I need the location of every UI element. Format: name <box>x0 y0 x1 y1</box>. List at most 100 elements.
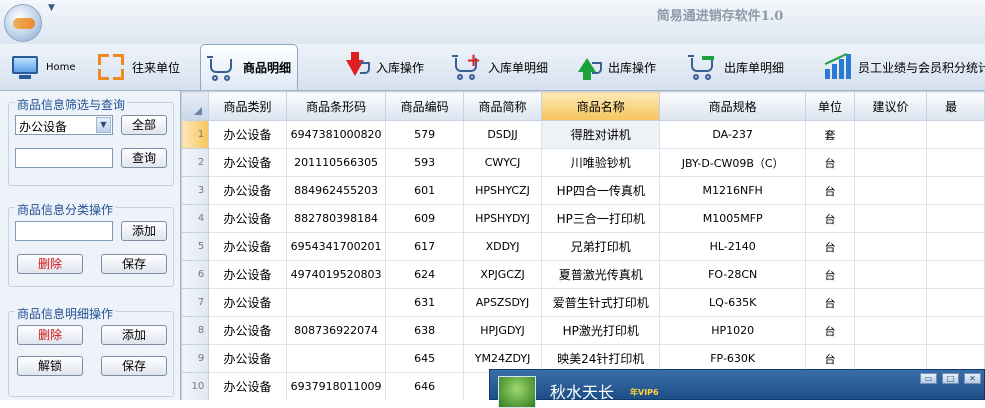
toolbar-product-detail[interactable]: 商品明细 <box>200 44 299 90</box>
table-cell[interactable]: 办公设备 <box>208 316 287 345</box>
table-row[interactable]: 8 办公设备 808736922074 638 HPJGDYJ HP激光打印机 HP1020… <box>181 316 985 345</box>
table-cell[interactable] <box>285 344 387 373</box>
row-number[interactable]: 9 <box>181 344 210 373</box>
table-cell[interactable]: DSDJJ <box>462 120 543 149</box>
table-cell[interactable]: 609 <box>385 204 464 233</box>
table-cell[interactable]: JBY-D-CW09B（C） <box>659 148 806 177</box>
save-detail-button[interactable]: 保存 <box>101 356 167 376</box>
table-row[interactable]: 7 办公设备 631 APSZSDYJ 爱普生针式打印机 LQ-635K 台 <box>181 288 985 317</box>
table-row[interactable]: 5 办公设备 6954341700201 617 XDDYJ 兄弟打印机 HL-2140 台 <box>181 232 985 261</box>
row-number[interactable]: 10 <box>181 372 210 400</box>
table-cell[interactable] <box>853 204 928 233</box>
save-category-button[interactable]: 保存 <box>101 254 167 274</box>
table-cell[interactable]: 套 <box>804 120 855 149</box>
restore-icon[interactable]: □ <box>942 373 959 384</box>
table-cell[interactable]: HPSHYCZJ <box>462 176 543 205</box>
table-cell[interactable]: 办公设备 <box>208 372 287 400</box>
table-cell[interactable]: 638 <box>385 316 464 345</box>
table-cell[interactable]: LQ-635K <box>659 288 806 317</box>
table-row[interactable]: 3 办公设备 884962455203 601 HPSHYCZJ HP四合一传真机 M121… <box>181 176 985 205</box>
select-all-corner[interactable] <box>181 91 210 121</box>
table-cell[interactable]: 631 <box>385 288 464 317</box>
toolbar-stock-out-detail[interactable]: 出库单明细 <box>688 44 784 90</box>
table-cell[interactable]: CWYCJ <box>462 148 543 177</box>
column-header[interactable]: 单位 <box>804 91 855 121</box>
table-cell[interactable]: HP三合一打印机 <box>541 204 661 233</box>
row-number[interactable]: 7 <box>181 288 210 317</box>
toolbar-stock-out[interactable]: 出库操作 <box>572 44 656 90</box>
table-cell[interactable]: 办公设备 <box>208 288 287 317</box>
table-cell[interactable]: HP1020 <box>659 316 806 345</box>
table-cell[interactable]: 601 <box>385 176 464 205</box>
table-cell[interactable] <box>853 316 928 345</box>
column-header[interactable]: 最 <box>926 91 985 121</box>
column-header[interactable]: 商品条形码 <box>285 91 387 121</box>
table-cell[interactable]: HL-2140 <box>659 232 806 261</box>
row-number[interactable]: 3 <box>181 176 210 205</box>
table-cell[interactable]: 884962455203 <box>285 176 387 205</box>
table-cell[interactable]: 爱普生针式打印机 <box>541 288 661 317</box>
table-cell[interactable] <box>926 148 985 177</box>
category-name-input[interactable] <box>15 221 113 241</box>
unlock-button[interactable]: 解锁 <box>17 356 83 376</box>
delete-detail-button[interactable]: 删除 <box>17 325 83 345</box>
table-cell[interactable]: 201110566305 <box>285 148 387 177</box>
table-cell[interactable]: 台 <box>804 176 855 205</box>
table-cell[interactable]: 得胜对讲机 <box>541 120 661 149</box>
table-cell[interactable]: HPJGDYJ <box>462 316 543 345</box>
table-cell[interactable] <box>853 148 928 177</box>
table-cell[interactable] <box>926 232 985 261</box>
row-number[interactable]: 6 <box>181 260 210 289</box>
table-cell[interactable]: 808736922074 <box>285 316 387 345</box>
table-cell[interactable]: 办公设备 <box>208 232 287 261</box>
table-cell[interactable] <box>853 288 928 317</box>
row-number[interactable]: 8 <box>181 316 210 345</box>
app-menu-button[interactable] <box>4 4 42 42</box>
row-number[interactable]: 2 <box>181 148 210 177</box>
table-cell[interactable]: 台 <box>804 232 855 261</box>
table-cell[interactable]: 办公设备 <box>208 344 287 373</box>
table-cell[interactable]: 6937918011009 <box>285 372 387 400</box>
column-header[interactable]: 商品简称 <box>462 91 543 121</box>
category-select[interactable]: 办公设备 ▼ <box>15 115 113 135</box>
column-header[interactable]: 建议价 <box>853 91 928 121</box>
table-cell[interactable]: 川唯验钞机 <box>541 148 661 177</box>
column-header[interactable]: 商品编码 <box>385 91 464 121</box>
all-button[interactable]: 全部 <box>121 115 167 135</box>
chevron-down-icon[interactable]: ▼ <box>96 117 111 133</box>
row-number[interactable]: 1 <box>181 120 210 149</box>
add-category-button[interactable]: 添加 <box>121 221 167 241</box>
table-cell[interactable]: HP四合一传真机 <box>541 176 661 205</box>
table-cell[interactable]: FO-28CN <box>659 260 806 289</box>
table-cell[interactable]: 夏普激光传真机 <box>541 260 661 289</box>
table-cell[interactable]: 台 <box>804 316 855 345</box>
table-cell[interactable]: APSZSDYJ <box>462 288 543 317</box>
table-cell[interactable]: 624 <box>385 260 464 289</box>
toolbar-home[interactable]: Home <box>10 44 76 90</box>
toolbar-stock-in-detail[interactable]: + 入库单明细 <box>452 44 548 90</box>
table-cell[interactable]: 台 <box>804 260 855 289</box>
table-cell[interactable] <box>926 316 985 345</box>
table-cell[interactable]: 办公设备 <box>208 260 287 289</box>
delete-category-button[interactable]: 删除 <box>17 254 83 274</box>
table-cell[interactable]: HP激光打印机 <box>541 316 661 345</box>
table-cell[interactable]: 6947381000820 <box>285 120 387 149</box>
table-cell[interactable]: 办公设备 <box>208 148 287 177</box>
table-cell[interactable]: 兄弟打印机 <box>541 232 661 261</box>
table-cell[interactable] <box>926 204 985 233</box>
table-cell[interactable]: 579 <box>385 120 464 149</box>
column-header[interactable]: 商品规格 <box>659 91 806 121</box>
table-row[interactable]: 1 办公设备 6947381000820 579 DSDJJ 得胜对讲机 DA-237 套 <box>181 120 985 149</box>
table-cell[interactable]: 882780398184 <box>285 204 387 233</box>
table-cell[interactable]: 617 <box>385 232 464 261</box>
column-header-sorted[interactable]: 商品名称 <box>541 91 661 121</box>
table-cell[interactable] <box>926 120 985 149</box>
row-number[interactable]: 4 <box>181 204 210 233</box>
table-cell[interactable]: 646 <box>385 372 464 400</box>
table-row[interactable]: 4 办公设备 882780398184 609 HPSHYDYJ HP三合一打印机 M100… <box>181 204 985 233</box>
search-button[interactable]: 查询 <box>121 148 167 168</box>
table-row[interactable]: 6 办公设备 4974019520803 624 XPJGCZJ 夏普激光传真机 FO-28… <box>181 260 985 289</box>
product-grid[interactable]: 商品类别 商品条形码 商品编码 商品简称 商品名称 商品规格 单位 建议价 最 … <box>181 91 985 400</box>
table-cell[interactable] <box>926 288 985 317</box>
table-cell[interactable]: 办公设备 <box>208 120 287 149</box>
